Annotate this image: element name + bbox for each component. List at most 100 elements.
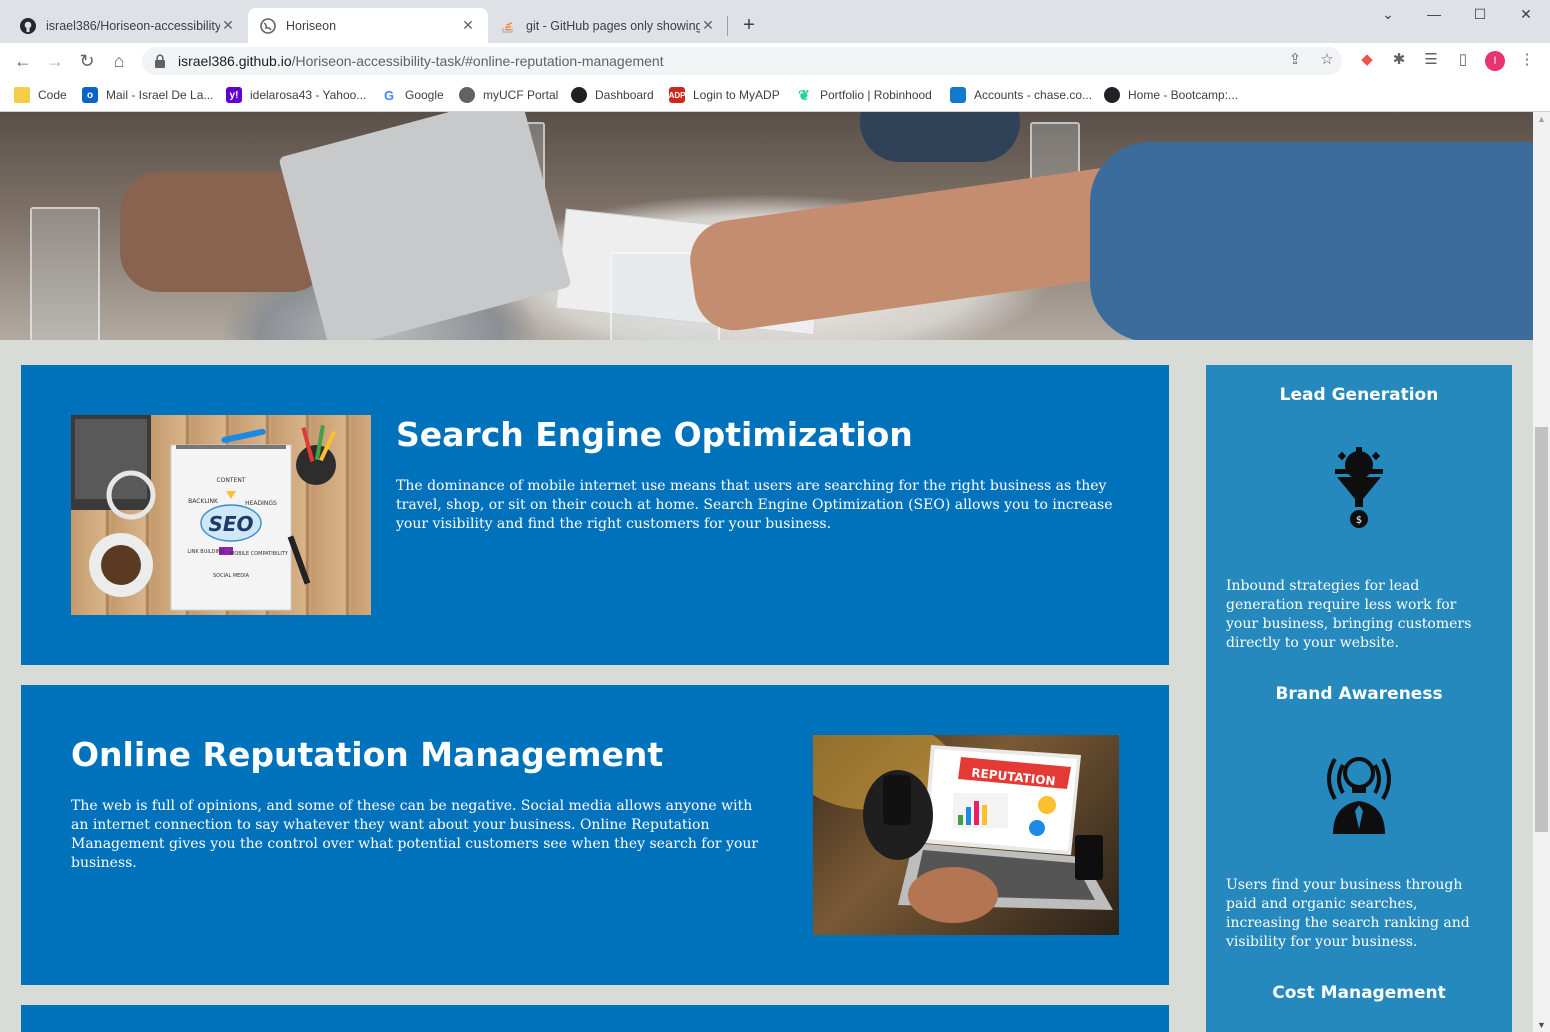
github-icon bbox=[20, 17, 36, 34]
tab-title: israel386/Horiseon-accessibility-t bbox=[46, 18, 220, 33]
scroll-up-arrow-icon[interactable]: ▲ bbox=[1537, 114, 1546, 124]
shirt-shape bbox=[860, 112, 1020, 162]
orm-illustration: REPUTATION bbox=[813, 735, 1113, 923]
seo-image-word: HEADINGS bbox=[245, 500, 277, 507]
laptop-shape bbox=[278, 112, 572, 340]
social-media-section bbox=[21, 1005, 1169, 1032]
bookmark-label: myUCF Portal bbox=[483, 88, 559, 102]
scroll-down-arrow-icon[interactable]: ▼ bbox=[1537, 1020, 1546, 1030]
bookmark-label: Google bbox=[405, 88, 444, 102]
google-icon: G bbox=[383, 87, 395, 103]
lightbulb-person-icon bbox=[1321, 749, 1397, 834]
bookmark-google[interactable]: G Google bbox=[381, 86, 444, 104]
bookmark-chase[interactable]: Accounts - chase.co... bbox=[950, 86, 1092, 104]
scrollbar-thumb[interactable] bbox=[1535, 427, 1548, 832]
seo-body: The dominance of mobile internet use mea… bbox=[396, 478, 1113, 532]
home-button[interactable]: ⌂ bbox=[108, 50, 130, 72]
bookmark-label: Accounts - chase.co... bbox=[974, 88, 1093, 102]
puzzle-icon[interactable]: ✱ bbox=[1390, 51, 1408, 69]
share-icon[interactable]: ⇪ bbox=[1286, 51, 1304, 69]
tab-title: Horiseon bbox=[286, 18, 337, 33]
close-window-button[interactable]: ✕ bbox=[1516, 6, 1536, 23]
bookmark-yahoo[interactable]: y! idelarosa43 - Yahoo... bbox=[226, 86, 366, 104]
adp-icon: ADP bbox=[669, 87, 685, 103]
address-bar[interactable]: israel386.github.io/Horiseon-accessibili… bbox=[142, 47, 1342, 75]
globe-icon bbox=[459, 87, 475, 103]
tab-horiseon[interactable]: Horiseon ✕ bbox=[248, 8, 488, 43]
reading-list-icon[interactable]: ☰ bbox=[1422, 51, 1440, 69]
benefits-aside: Lead Generation $ Inbound strategies for… bbox=[1206, 365, 1512, 1032]
bookmark-bootcamp[interactable]: Home - Bootcamp:... bbox=[1104, 86, 1238, 104]
bookmarks-bar: Code o Mail - Israel De La... y! idelaro… bbox=[0, 79, 1550, 112]
tab-strip: israel386/Horiseon-accessibility-t ✕ Hor… bbox=[0, 0, 1550, 43]
swirl-icon bbox=[571, 87, 587, 103]
seo-section: CONTENT BACKLINK HEADINGS SEO LINK BUILD… bbox=[21, 365, 1169, 665]
bookmark-robinhood[interactable]: ❦ Portfolio | Robinhood bbox=[796, 86, 932, 104]
tab-title: git - GitHub pages only showing bbox=[526, 18, 700, 33]
bookmark-label: Dashboard bbox=[595, 88, 654, 102]
chase-icon bbox=[950, 87, 966, 103]
new-tab-button[interactable]: + bbox=[738, 14, 760, 36]
seo-image-word: BACKLINK bbox=[188, 498, 219, 505]
page-scrollbar[interactable]: ▲ ▼ bbox=[1533, 112, 1550, 1032]
close-icon[interactable]: ✕ bbox=[460, 17, 476, 34]
orm-section: Online Reputation Management The web is … bbox=[21, 685, 1169, 985]
seo-title: Search Engine Optimization bbox=[396, 415, 913, 454]
back-button[interactable]: ← bbox=[12, 50, 34, 72]
bookmark-dashboard[interactable]: Dashboard bbox=[571, 86, 654, 104]
bookmark-adp[interactable]: ADP Login to MyADP bbox=[669, 86, 780, 104]
seo-image-word: MOBILE COMPATIBILITY bbox=[230, 551, 289, 557]
bookmark-label: idelarosa43 - Yahoo... bbox=[250, 88, 367, 102]
brand-awareness-title: Brand Awareness bbox=[1275, 684, 1443, 704]
bookmark-label: Code bbox=[38, 88, 67, 102]
tab-search-icon[interactable]: ⌄ bbox=[1378, 6, 1398, 23]
bookmark-label: Portfolio | Robinhood bbox=[820, 88, 932, 102]
seo-illustration: CONTENT BACKLINK HEADINGS SEO LINK BUILD… bbox=[71, 415, 337, 611]
lead-generation-title: Lead Generation bbox=[1279, 385, 1439, 405]
forward-button[interactable]: → bbox=[44, 50, 66, 72]
bookmark-code[interactable]: Code bbox=[14, 86, 67, 104]
bookmark-label: Home - Bootcamp:... bbox=[1128, 88, 1239, 102]
maximize-button[interactable]: ☐ bbox=[1470, 6, 1490, 23]
tab-github-repo[interactable]: israel386/Horiseon-accessibility-t ✕ bbox=[8, 8, 248, 43]
seo-image-word: SOCIAL MEDIA bbox=[213, 573, 250, 579]
orm-body: The web is full of opinions, and some of… bbox=[71, 798, 759, 871]
swirl-icon bbox=[1104, 87, 1120, 103]
glass-shape bbox=[30, 207, 100, 340]
tab-stackoverflow[interactable]: git - GitHub pages only showing ✕ bbox=[488, 8, 728, 43]
address-text[interactable]: israel386.github.io/Horiseon-accessibili… bbox=[178, 53, 664, 69]
yahoo-icon: y! bbox=[226, 87, 242, 103]
lead-generation-body: Inbound strategies for lead generation r… bbox=[1226, 578, 1472, 651]
seo-image: CONTENT BACKLINK HEADINGS SEO LINK BUILD… bbox=[71, 415, 371, 615]
address-path: /Horiseon-accessibility-task/#online-rep… bbox=[291, 53, 664, 69]
funnel-gear-dollar-icon: $ bbox=[1329, 447, 1389, 532]
stackoverflow-icon bbox=[500, 18, 516, 34]
close-icon[interactable]: ✕ bbox=[220, 17, 236, 34]
profile-avatar[interactable]: I bbox=[1485, 51, 1505, 71]
extension-icon[interactable]: ◆ bbox=[1358, 51, 1376, 69]
orm-title: Online Reputation Management bbox=[71, 735, 664, 774]
address-host: israel386.github.io bbox=[178, 53, 292, 69]
folder-icon bbox=[14, 87, 30, 103]
side-panel-icon[interactable]: ▯ bbox=[1454, 51, 1472, 69]
close-icon[interactable]: ✕ bbox=[700, 17, 716, 34]
bookmark-myucf[interactable]: myUCF Portal bbox=[459, 86, 558, 104]
lock-icon[interactable] bbox=[154, 54, 166, 68]
bookmark-label: Login to MyADP bbox=[693, 88, 780, 102]
cost-management-title: Cost Management bbox=[1272, 983, 1446, 1003]
brand-awareness-body: Users find your business through paid an… bbox=[1226, 877, 1470, 950]
globe-icon bbox=[260, 17, 276, 34]
seo-image-word: SEO bbox=[208, 512, 253, 536]
menu-icon[interactable]: ⋮ bbox=[1518, 51, 1536, 69]
feather-icon: ❦ bbox=[798, 86, 810, 103]
bookmark-label: Mail - Israel De La... bbox=[106, 88, 214, 102]
bookmark-star-icon[interactable]: ☆ bbox=[1318, 51, 1336, 69]
hero-image bbox=[0, 112, 1533, 340]
reload-button[interactable]: ↻ bbox=[76, 50, 98, 72]
bookmark-mail[interactable]: o Mail - Israel De La... bbox=[82, 86, 213, 104]
page-viewport: CONTENT BACKLINK HEADINGS SEO LINK BUILD… bbox=[0, 112, 1533, 1032]
svg-text:$: $ bbox=[1356, 515, 1362, 526]
minimize-button[interactable]: — bbox=[1424, 6, 1444, 22]
seo-image-word: CONTENT bbox=[216, 477, 245, 484]
seo-image-word: LINK BUILDING bbox=[187, 549, 224, 555]
